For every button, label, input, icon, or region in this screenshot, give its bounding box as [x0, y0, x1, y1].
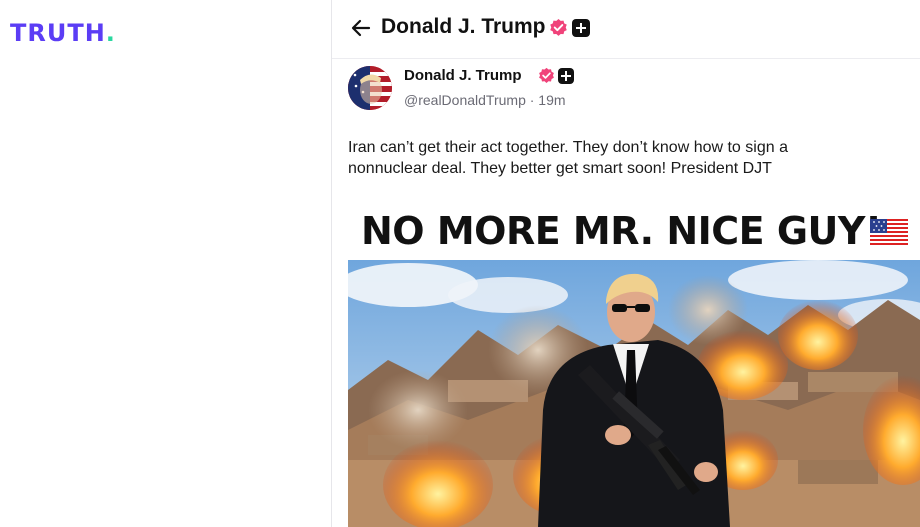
post-media-image[interactable]: NO MORE MR. NICE GUY!	[348, 200, 920, 527]
page-title: Donald J. Trump	[381, 15, 546, 38]
arrow-left-icon[interactable]	[350, 17, 372, 39]
avatar-flag-portrait	[348, 66, 392, 110]
logo-dot: .	[105, 19, 116, 47]
title-badges	[549, 18, 590, 37]
verified-badge-icon	[550, 18, 567, 36]
main-column: Donald J. Trump Donald J. Trump @realDon…	[332, 0, 920, 527]
post-text: Iran can’t get their act together. They …	[348, 139, 788, 177]
avatar[interactable]	[348, 66, 392, 110]
author-badges	[538, 67, 574, 85]
truth-plus-icon	[572, 18, 590, 37]
verified-badge-icon	[539, 68, 554, 84]
truth-plus-icon	[558, 67, 574, 84]
post-header: Donald J. Trump @realDonaldTrump · 19m	[348, 66, 908, 112]
logo-text: TRUTH	[10, 19, 106, 47]
author-name[interactable]: Donald J. Trump	[404, 67, 522, 84]
author-handle-timestamp[interactable]: @realDonaldTrump · 19m	[404, 92, 566, 108]
left-sidebar: TRUTH.	[0, 0, 332, 527]
us-flag-emoji-icon	[870, 219, 908, 245]
meme-scene-illustration	[348, 260, 920, 527]
page-header: Donald J. Trump	[332, 0, 920, 59]
meme-headline-text: NO MORE MR. NICE GUY!	[361, 209, 882, 253]
truth-social-logo[interactable]: TRUTH.	[10, 19, 116, 47]
meme-headline: NO MORE MR. NICE GUY!	[348, 203, 920, 261]
